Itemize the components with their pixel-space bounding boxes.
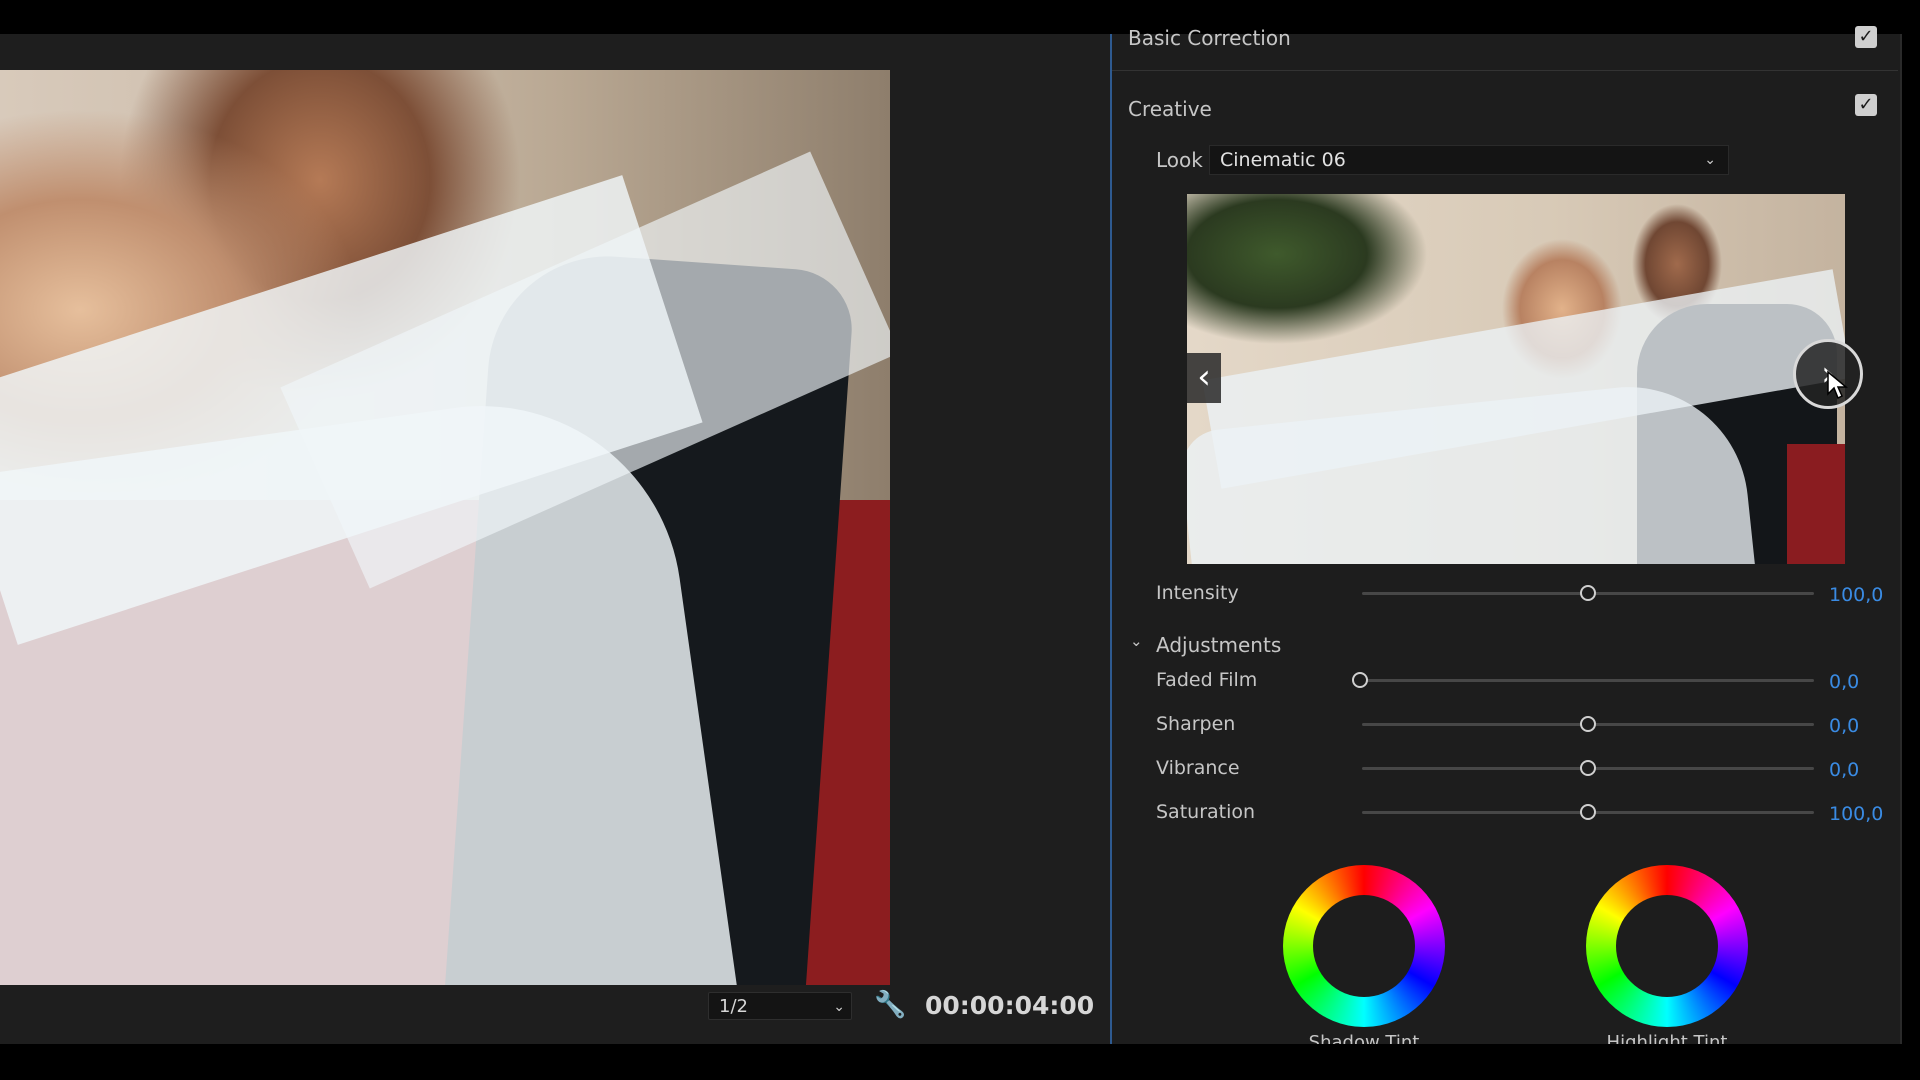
- wheel-center: [1313, 895, 1415, 997]
- faded-film-label: Faded Film: [1156, 669, 1258, 691]
- divider: [1112, 70, 1898, 71]
- creative-checkbox[interactable]: ✓: [1855, 94, 1877, 116]
- vibrance-label: Vibrance: [1156, 757, 1240, 779]
- saturation-label: Saturation: [1156, 801, 1256, 823]
- checkmark-icon: ✓: [1858, 26, 1874, 47]
- panel-scrollbar[interactable]: [1900, 34, 1902, 1044]
- zoom-select[interactable]: 1/2 ⌄: [708, 992, 852, 1020]
- timecode[interactable]: 00:00:04:00: [925, 989, 1094, 1023]
- zoom-select-value: 1/2: [719, 996, 748, 1017]
- previous-look-button[interactable]: ‹: [1187, 353, 1221, 403]
- bottom-bar: [0, 1044, 1920, 1080]
- look-preview-thumbnail[interactable]: [1187, 194, 1845, 564]
- basic-correction-header[interactable]: Basic Correction: [1128, 26, 1291, 50]
- shadow-tint-wheel[interactable]: [1283, 865, 1445, 1027]
- chevron-down-icon: ⌄: [833, 999, 845, 1015]
- look-label: Look: [1156, 148, 1203, 172]
- top-bar: [0, 0, 1920, 34]
- saturation-value[interactable]: 100,0: [1829, 803, 1883, 825]
- program-monitor: 1/2 ⌄ 🔧 00:00:04:00: [0, 34, 1110, 1078]
- preview-carpet-shape: [1787, 444, 1845, 564]
- adjustments-header[interactable]: Adjustments: [1156, 633, 1281, 657]
- program-video-frame[interactable]: [0, 70, 890, 985]
- mouse-cursor-icon: [1827, 370, 1848, 400]
- chevron-left-icon: ‹: [1197, 357, 1211, 397]
- chevron-down-icon: ⌄: [1704, 152, 1716, 168]
- intensity-value[interactable]: 100,0: [1829, 584, 1883, 606]
- creative-header[interactable]: Creative: [1128, 97, 1212, 121]
- highlight-tint-wheel[interactable]: [1586, 865, 1748, 1027]
- vibrance-slider-thumb[interactable]: [1580, 760, 1596, 776]
- checkmark-icon: ✓: [1858, 94, 1874, 115]
- look-select-value: Cinematic 06: [1220, 149, 1346, 171]
- sharpen-label: Sharpen: [1156, 713, 1236, 735]
- saturation-slider-thumb[interactable]: [1580, 804, 1596, 820]
- sharpen-value[interactable]: 0,0: [1829, 715, 1859, 737]
- faded-film-slider-track[interactable]: [1362, 679, 1814, 682]
- basic-correction-checkbox[interactable]: ✓: [1855, 26, 1877, 48]
- look-select[interactable]: Cinematic 06 ⌄: [1209, 145, 1729, 175]
- intensity-slider-thumb[interactable]: [1580, 585, 1596, 601]
- wheel-center: [1616, 895, 1718, 997]
- vibrance-value[interactable]: 0,0: [1829, 759, 1859, 781]
- faded-film-slider-thumb[interactable]: [1352, 672, 1368, 688]
- intensity-label: Intensity: [1156, 582, 1239, 604]
- faded-film-value[interactable]: 0,0: [1829, 671, 1859, 693]
- chevron-down-icon[interactable]: ⌄: [1130, 632, 1143, 650]
- wrench-icon[interactable]: 🔧: [874, 990, 906, 1020]
- sharpen-slider-thumb[interactable]: [1580, 716, 1596, 732]
